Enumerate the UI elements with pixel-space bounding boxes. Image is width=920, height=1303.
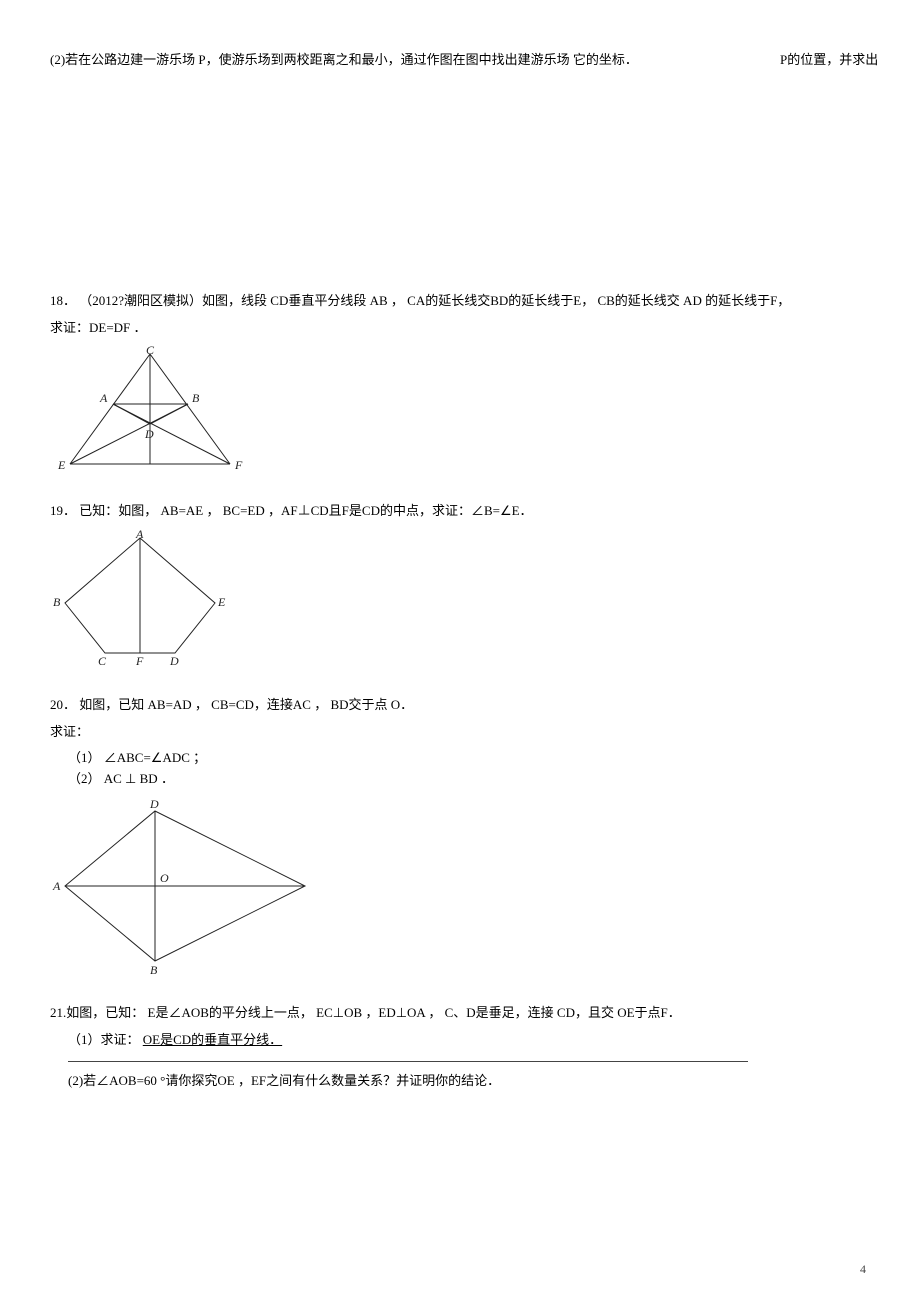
q18-label-E: E	[57, 458, 66, 472]
q18-figure: C A B D E F	[50, 344, 870, 481]
q19-number: 19．	[50, 503, 76, 518]
q18-text-line: 18． （2012?潮阳区模拟）如图，线段 CD垂直平分线段 AB ， CA的延…	[50, 291, 870, 312]
q20-label-D: D	[149, 797, 159, 811]
q20-figure: D O A B	[50, 796, 870, 983]
q19-text-line: 19． 已知：如图， AB=AE ， BC=ED ，AF⊥CD且F是CD的中点，…	[50, 501, 870, 522]
q18-label-C: C	[146, 344, 155, 357]
q19-label-E: E	[217, 595, 226, 609]
q18-text: （2012?潮阳区模拟）如图，线段 CD垂直平分线段 AB ， CA的延长线交B…	[79, 293, 790, 308]
q20-text-line: 20． 如图，已知 AB=AD ， CB=CD，连接AC ， BD交于点 O．	[50, 695, 870, 716]
q17-part2-text-right: P的位置，并求出	[780, 50, 878, 71]
q20-sub2: （2） AC ⊥ BD ．	[50, 769, 870, 790]
q21-num-text: 21.如图，已知： E是∠AOB的平分线上一点， EC⊥OB ，ED⊥OA ， …	[50, 1005, 681, 1020]
q20-prove-lead: 求证：	[50, 722, 870, 743]
question-18: 18． （2012?潮阳区模拟）如图，线段 CD垂直平分线段 AB ， CA的延…	[50, 291, 870, 481]
q19-svg: A B E C F D	[50, 528, 230, 668]
q21-sub1-underlined: OE是CD的垂直平分线．	[143, 1032, 282, 1047]
q19-label-B: B	[53, 595, 61, 609]
q19-label-D: D	[169, 654, 179, 668]
q21-sub1-lead: （1）求证：	[68, 1032, 140, 1047]
q18-label-A: A	[99, 391, 108, 405]
q18-label-D: D	[144, 427, 154, 441]
question-21: 21.如图，已知： E是∠AOB的平分线上一点， EC⊥OB ，ED⊥OA ， …	[50, 1003, 870, 1092]
q18-label-B: B	[192, 391, 200, 405]
q19-label-F: F	[135, 654, 144, 668]
q21-sub2: (2)若∠AOB=60 °请你探究OE ，EF之间有什么数量关系？并证明你的结论…	[50, 1071, 870, 1092]
q20-label-A: A	[52, 879, 61, 893]
q20-svg: D O A B	[50, 796, 320, 976]
question-19: 19． 已知：如图， AB=AE ， BC=ED ，AF⊥CD且F是CD的中点，…	[50, 501, 870, 675]
q20-label-B: B	[150, 963, 158, 976]
q20-sub1: （1） ∠ABC=∠ADC ；	[50, 748, 870, 769]
q18-svg: C A B D E F	[50, 344, 250, 474]
q20-number: 20．	[50, 697, 76, 712]
q19-text: 已知：如图， AB=AE ， BC=ED ，AF⊥CD且F是CD的中点，求证：∠…	[79, 503, 532, 518]
q18-number: 18．	[50, 293, 76, 308]
q21-sub1-line: （1）求证： OE是CD的垂直平分线．	[50, 1030, 870, 1072]
q20-label-O: O	[160, 871, 169, 885]
question-20: 20． 如图，已知 AB=AD ， CB=CD，连接AC ， BD交于点 O． …	[50, 695, 870, 983]
q20-text: 如图，已知 AB=AD ， CB=CD，连接AC ， BD交于点 O．	[79, 697, 413, 712]
q19-label-C: C	[98, 654, 107, 668]
q19-figure: A B E C F D	[50, 528, 870, 675]
blank-space	[50, 91, 870, 291]
page-number: 4	[860, 1260, 866, 1279]
q17-part2-text-left: (2)若在公路边建一游乐场 P，使游乐场到两校距离之和最小，通过作图在图中找出建…	[50, 52, 638, 67]
q21-text-line: 21.如图，已知： E是∠AOB的平分线上一点， EC⊥OB ，ED⊥OA ， …	[50, 1003, 870, 1024]
q18-prove: 求证：DE=DF ．	[50, 318, 870, 339]
q21-sub1-blank-line	[68, 1061, 748, 1062]
q18-label-F: F	[234, 458, 243, 472]
question-17-part2: (2)若在公路边建一游乐场 P，使游乐场到两校距离之和最小，通过作图在图中找出建…	[50, 50, 870, 71]
q19-label-A: A	[135, 528, 144, 541]
